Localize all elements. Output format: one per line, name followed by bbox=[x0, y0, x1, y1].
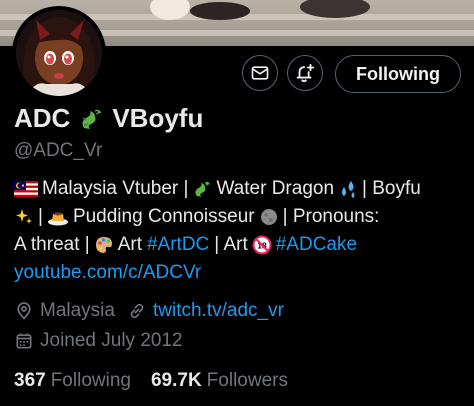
bio-line-4: youtube.com/c/ADCVr bbox=[14, 262, 201, 284]
bio-text: | Boyfu bbox=[362, 178, 421, 199]
follow-stats: 367 Following 69.7K Followers bbox=[14, 370, 288, 392]
display-name: ADC VBoyfu bbox=[14, 103, 203, 134]
bio-text: A threat | bbox=[14, 234, 90, 255]
moon-emoji bbox=[259, 207, 279, 227]
bio-line-1: Malaysia Vtuber | Water Dragon | Boyfu bbox=[14, 178, 421, 200]
envelope-icon bbox=[250, 63, 270, 83]
followers-stat[interactable]: 69.7K Followers bbox=[151, 370, 288, 392]
following-stat[interactable]: 367 Following bbox=[14, 370, 131, 392]
banner-figure bbox=[190, 2, 250, 20]
hashtag-link[interactable]: #ADCake bbox=[276, 234, 357, 256]
bio-text: | Pronouns: bbox=[282, 206, 380, 227]
palette-emoji bbox=[94, 235, 114, 255]
message-button[interactable] bbox=[242, 55, 278, 91]
joined-row: Joined July 2012 bbox=[14, 330, 183, 352]
bio-text: | bbox=[38, 206, 43, 227]
bio-text: Malaysia Vtuber | bbox=[42, 178, 189, 199]
following-label: Following bbox=[50, 370, 131, 391]
display-name-part1: ADC bbox=[14, 103, 71, 133]
link-icon bbox=[127, 301, 147, 321]
display-name-part2: VBoyfu bbox=[112, 103, 204, 133]
following-count: 367 bbox=[14, 370, 46, 391]
bio-line-3: A threat | Art #ArtDC | Art 18 #ADCake bbox=[14, 234, 357, 256]
sparkles-emoji bbox=[14, 207, 34, 227]
profile-meta-row: Malaysia twitch.tv/adc_vr bbox=[14, 300, 284, 322]
water-splash-emoji bbox=[338, 179, 358, 199]
hashtag-link[interactable]: #ArtDC bbox=[147, 234, 209, 256]
bio-line-2: | Pudding Connoisseur | Pronouns: bbox=[14, 206, 379, 228]
followers-count: 69.7K bbox=[150, 370, 202, 391]
location-text: Malaysia bbox=[40, 300, 115, 321]
following-button[interactable]: Following bbox=[335, 55, 461, 93]
malaysia-flag-emoji bbox=[14, 181, 38, 197]
bell-plus-icon bbox=[294, 62, 316, 84]
dragon-emoji bbox=[192, 179, 212, 199]
bio-text: Water Dragon bbox=[216, 178, 335, 199]
youtube-link[interactable]: youtube.com/c/ADCVr bbox=[14, 262, 201, 284]
joined-text: Joined July 2012 bbox=[40, 330, 183, 351]
handle: @ADC_Vr bbox=[14, 140, 103, 161]
location-pin-icon bbox=[14, 301, 34, 321]
bio-text: | Art bbox=[214, 234, 248, 255]
bio-text: Art bbox=[117, 234, 142, 255]
notify-button[interactable] bbox=[287, 55, 323, 91]
followers-label: Followers bbox=[206, 370, 288, 391]
no-under-18-emoji: 18 bbox=[252, 235, 272, 255]
avatar[interactable] bbox=[12, 6, 106, 100]
pudding-emoji bbox=[47, 207, 69, 227]
calendar-icon bbox=[14, 331, 34, 351]
website-link[interactable]: twitch.tv/adc_vr bbox=[153, 300, 284, 322]
dragon-emoji bbox=[78, 106, 104, 132]
bio-text: Pudding Connoisseur bbox=[72, 206, 255, 227]
